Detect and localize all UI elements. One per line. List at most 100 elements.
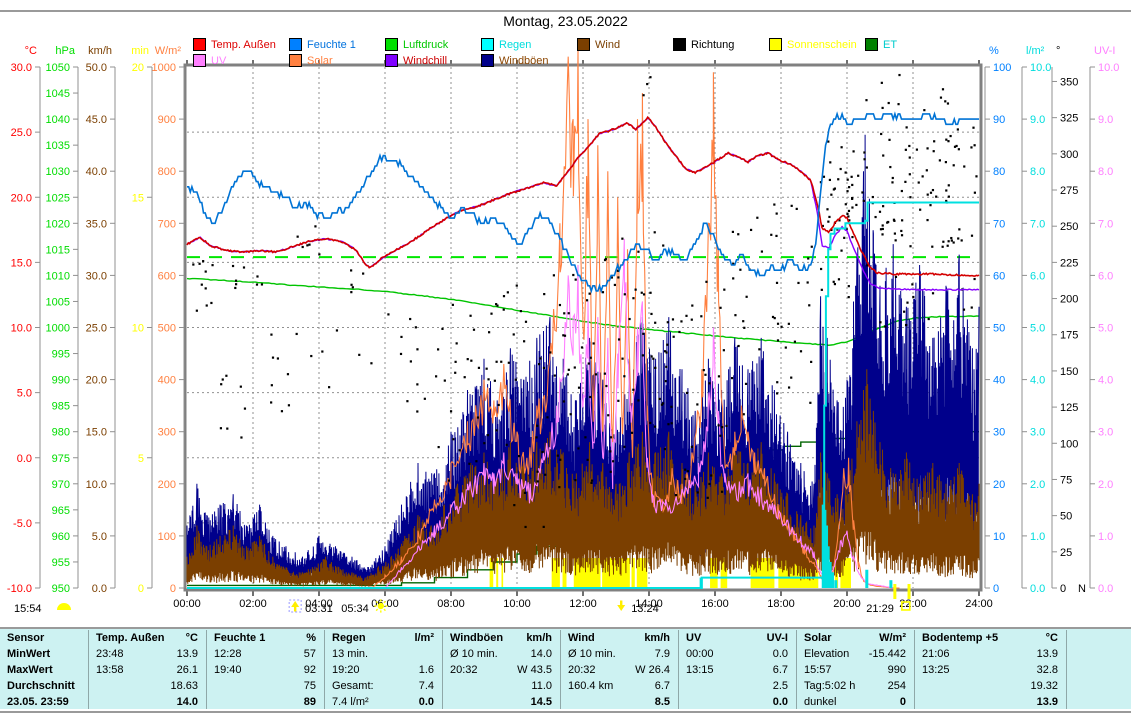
wind-direction-dot: [708, 483, 710, 485]
wind-direction-dot: [685, 315, 687, 317]
table-cell-time: 160.4 km: [568, 678, 613, 694]
legend-color-swatch: [481, 54, 494, 67]
table-col-unit: UV-I: [767, 630, 788, 646]
wind-direction-dot: [610, 471, 612, 473]
table-sensor-label: MaxWert: [7, 662, 53, 678]
wind-direction-dot: [507, 291, 509, 293]
axis-tick-label: 0.0: [1098, 583, 1113, 595]
wind-direction-dot: [775, 235, 777, 237]
wind-direction-dot: [637, 251, 639, 253]
legend-item-feuchte-1: Feuchte 1: [289, 36, 356, 49]
wind-direction-dot: [970, 146, 972, 148]
axis-tick-label: 400: [158, 375, 176, 387]
axis-unit-label: °C: [25, 45, 37, 57]
table-col-unit: km/h: [644, 630, 670, 646]
table-row: 00:000.0: [679, 646, 796, 662]
wind-direction-dot: [591, 479, 593, 481]
wind-direction-dot: [503, 309, 505, 311]
wind-direction-dot: [906, 126, 908, 128]
wind-direction-dot: [945, 161, 947, 163]
axis-tick-label: 45.0: [86, 114, 107, 126]
axis-tick-label: 10: [993, 531, 1005, 543]
wind-direction-dot: [270, 334, 272, 336]
wind-direction-dot: [848, 210, 850, 212]
wind-direction-dot: [202, 260, 204, 262]
wind-direction-dot: [928, 318, 930, 320]
table-cell-value: 18.63: [170, 678, 198, 694]
sunshine-bar: [840, 558, 851, 588]
wind-direction-dot: [642, 94, 644, 96]
legend-label: Regen: [499, 39, 531, 51]
astro-time-label: 21:29: [866, 603, 894, 615]
wind-direction-dot: [684, 469, 686, 471]
wind-direction-dot: [664, 448, 666, 450]
x-axis-label: 22:00: [899, 598, 927, 610]
wind-direction-dot: [592, 342, 594, 344]
wind-direction-dot: [879, 321, 881, 323]
axis-tick-label: -10.0: [7, 583, 32, 595]
table-cell-time: 00:00: [686, 646, 714, 662]
wind-direction-dot: [810, 361, 812, 363]
legend-color-swatch: [385, 38, 398, 51]
wind-direction-dot: [572, 274, 574, 276]
wind-direction-dot: [880, 228, 882, 230]
wind-direction-dot: [437, 348, 439, 350]
table-row: 89: [207, 694, 324, 709]
wind-direction-dot: [931, 246, 933, 248]
wind-direction-dot: [537, 471, 539, 473]
wind-direction-dot: [539, 357, 541, 359]
wind-direction-dot: [932, 292, 934, 294]
wind-direction-dot: [940, 97, 942, 99]
legend-label: ET: [883, 39, 897, 51]
axis-tick-label: 20: [132, 62, 144, 74]
wind-direction-dot: [796, 208, 798, 210]
x-axis-label: 24:00: [965, 598, 993, 610]
axis-tick-label: 985: [52, 401, 70, 413]
wind-direction-dot: [718, 375, 720, 377]
table-row-label: Durchschnitt: [0, 678, 88, 694]
wind-direction-dot: [642, 354, 644, 356]
table-cell-time: 21:06: [922, 646, 950, 662]
wind-direction-dot: [889, 166, 891, 168]
wind-direction-dot: [536, 480, 538, 482]
legend-color-swatch: [193, 38, 206, 51]
wind-direction-dot: [210, 302, 212, 304]
wind-direction-dot: [833, 281, 835, 283]
wind-direction-dot: [632, 297, 634, 299]
axis-tick-label: 10.0: [1098, 62, 1119, 74]
table-cell-value: W 43.5: [517, 662, 552, 678]
wind-direction-dot: [926, 219, 928, 221]
wind-direction-dot: [506, 444, 508, 446]
wind-direction-dot: [958, 148, 960, 150]
wind-direction-dot: [923, 109, 925, 111]
wind-direction-dot: [635, 289, 637, 291]
wind-direction-dot: [454, 361, 456, 363]
x-axis-label: 20:00: [833, 598, 861, 610]
table-sensor-label: Durchschnitt: [7, 678, 75, 694]
wind-direction-dot: [732, 231, 734, 233]
wind-direction-dot: [926, 147, 928, 149]
wind-direction-dot: [788, 386, 790, 388]
table-cell-value: 75: [304, 678, 316, 694]
axis-tick-label: 5.0: [17, 388, 32, 400]
wind-direction-dot: [240, 436, 242, 438]
wind-direction-dot: [641, 292, 643, 294]
axis-tick-label: 30: [993, 427, 1005, 439]
wind-direction-dot: [409, 318, 411, 320]
wind-direction-dot: [314, 225, 316, 227]
wind-direction-dot: [745, 383, 747, 385]
wind-direction-dot: [829, 179, 831, 181]
x-axis-label: 02:00: [239, 598, 267, 610]
table-cell-value: 13.9: [177, 646, 198, 662]
wind-direction-dot: [464, 376, 466, 378]
axis-tick-label: 4.0: [1030, 375, 1045, 387]
wind-direction-dot: [933, 150, 935, 152]
wind-direction-dot: [649, 292, 651, 294]
table-row: 14.0: [89, 694, 206, 709]
table-cell-value: 13.9: [1037, 694, 1058, 709]
wind-direction-dot: [370, 362, 372, 364]
legend-color-swatch: [193, 54, 206, 67]
axis-tick-label: 7.0: [1098, 218, 1113, 230]
axis-tick-label: 9.0: [1098, 114, 1113, 126]
axis-tick-label: 950: [52, 583, 70, 595]
